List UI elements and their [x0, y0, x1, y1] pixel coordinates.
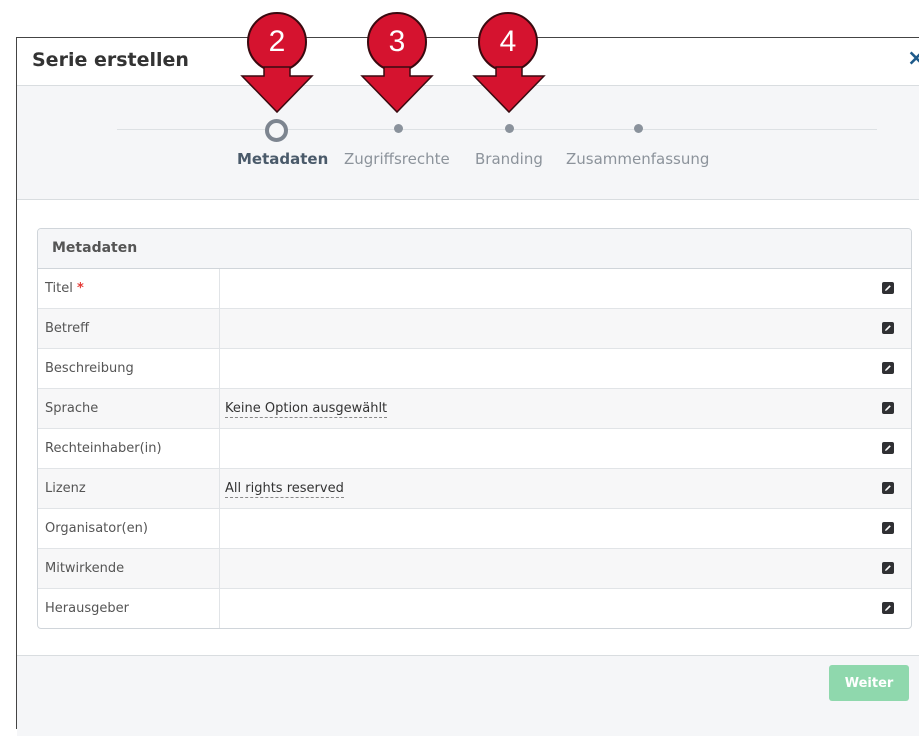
modal-header: Serie erstellen × [17, 38, 919, 86]
license-select-value[interactable]: All rights reserved [225, 481, 344, 498]
edit-icon[interactable] [882, 322, 894, 334]
step-branding[interactable]: Branding [475, 150, 543, 168]
row-value[interactable]: All rights reserved [225, 469, 344, 508]
callout-badge-3: 3 [367, 12, 427, 72]
metadata-row-herausgeber[interactable]: Herausgeber [38, 589, 911, 628]
edit-icon[interactable] [882, 482, 894, 494]
callout-arrow-2 [240, 66, 314, 114]
edit-icon[interactable] [882, 362, 894, 374]
row-label: Organisator(en) [38, 509, 220, 548]
edit-icon[interactable] [882, 282, 894, 294]
row-label: Rechteinhaber(in) [38, 429, 220, 468]
row-label: Lizenz [38, 469, 220, 508]
panel-title: Metadaten [38, 229, 911, 269]
metadata-panel: Metadaten Titel * Betreff Beschreibung S… [37, 228, 912, 629]
language-select-value[interactable]: Keine Option ausgewählt [225, 401, 388, 418]
modal-title: Serie erstellen [32, 49, 189, 71]
create-series-modal: Serie erstellen × Metadaten Zugriffsrech… [16, 37, 919, 736]
edit-icon[interactable] [882, 562, 894, 574]
metadata-row-organisator[interactable]: Organisator(en) [38, 509, 911, 549]
metadata-row-lizenz[interactable]: Lizenz All rights reserved [38, 469, 911, 509]
metadata-row-rechteinhaber[interactable]: Rechteinhaber(in) [38, 429, 911, 469]
step-marker-zugriffsrechte[interactable] [394, 124, 403, 133]
edit-icon[interactable] [882, 402, 894, 414]
step-marker-zusammenfassung[interactable] [634, 124, 643, 133]
step-metadaten[interactable]: Metadaten [237, 150, 328, 168]
edit-icon[interactable] [882, 602, 894, 614]
metadata-row-titel[interactable]: Titel * [38, 269, 911, 309]
wizard-progress-line [117, 129, 877, 130]
callout-arrow-3 [360, 66, 434, 114]
row-value[interactable]: Keine Option ausgewählt [225, 389, 388, 428]
callout-badge-4: 4 [478, 12, 538, 72]
row-label: Betreff [38, 309, 220, 348]
step-zugriffsrechte[interactable]: Zugriffsrechte [344, 150, 450, 168]
step-zusammenfassung[interactable]: Zusammenfassung [566, 150, 709, 168]
callout-badge-2: 2 [247, 12, 307, 72]
edit-icon[interactable] [882, 442, 894, 454]
row-label: Beschreibung [38, 349, 220, 388]
modal-footer: Weiter [17, 655, 919, 736]
next-button[interactable]: Weiter [829, 665, 909, 701]
edit-icon[interactable] [882, 522, 894, 534]
metadata-row-sprache[interactable]: Sprache Keine Option ausgewählt [38, 389, 911, 429]
wizard-steps: Metadaten Zugriffsrechte Branding Zusamm… [17, 86, 919, 200]
callout-arrow-4 [472, 66, 546, 114]
step-marker-branding[interactable] [505, 124, 514, 133]
close-icon[interactable]: × [907, 46, 919, 71]
metadata-row-beschreibung[interactable]: Beschreibung [38, 349, 911, 389]
row-label: Mitwirkende [38, 549, 220, 588]
row-label: Herausgeber [38, 589, 220, 628]
row-label: Titel * [38, 269, 220, 308]
metadata-row-betreff[interactable]: Betreff [38, 309, 911, 349]
metadata-row-mitwirkende[interactable]: Mitwirkende [38, 549, 911, 589]
required-marker: * [77, 281, 84, 296]
row-label: Sprache [38, 389, 220, 428]
step-marker-metadaten[interactable] [265, 119, 288, 142]
